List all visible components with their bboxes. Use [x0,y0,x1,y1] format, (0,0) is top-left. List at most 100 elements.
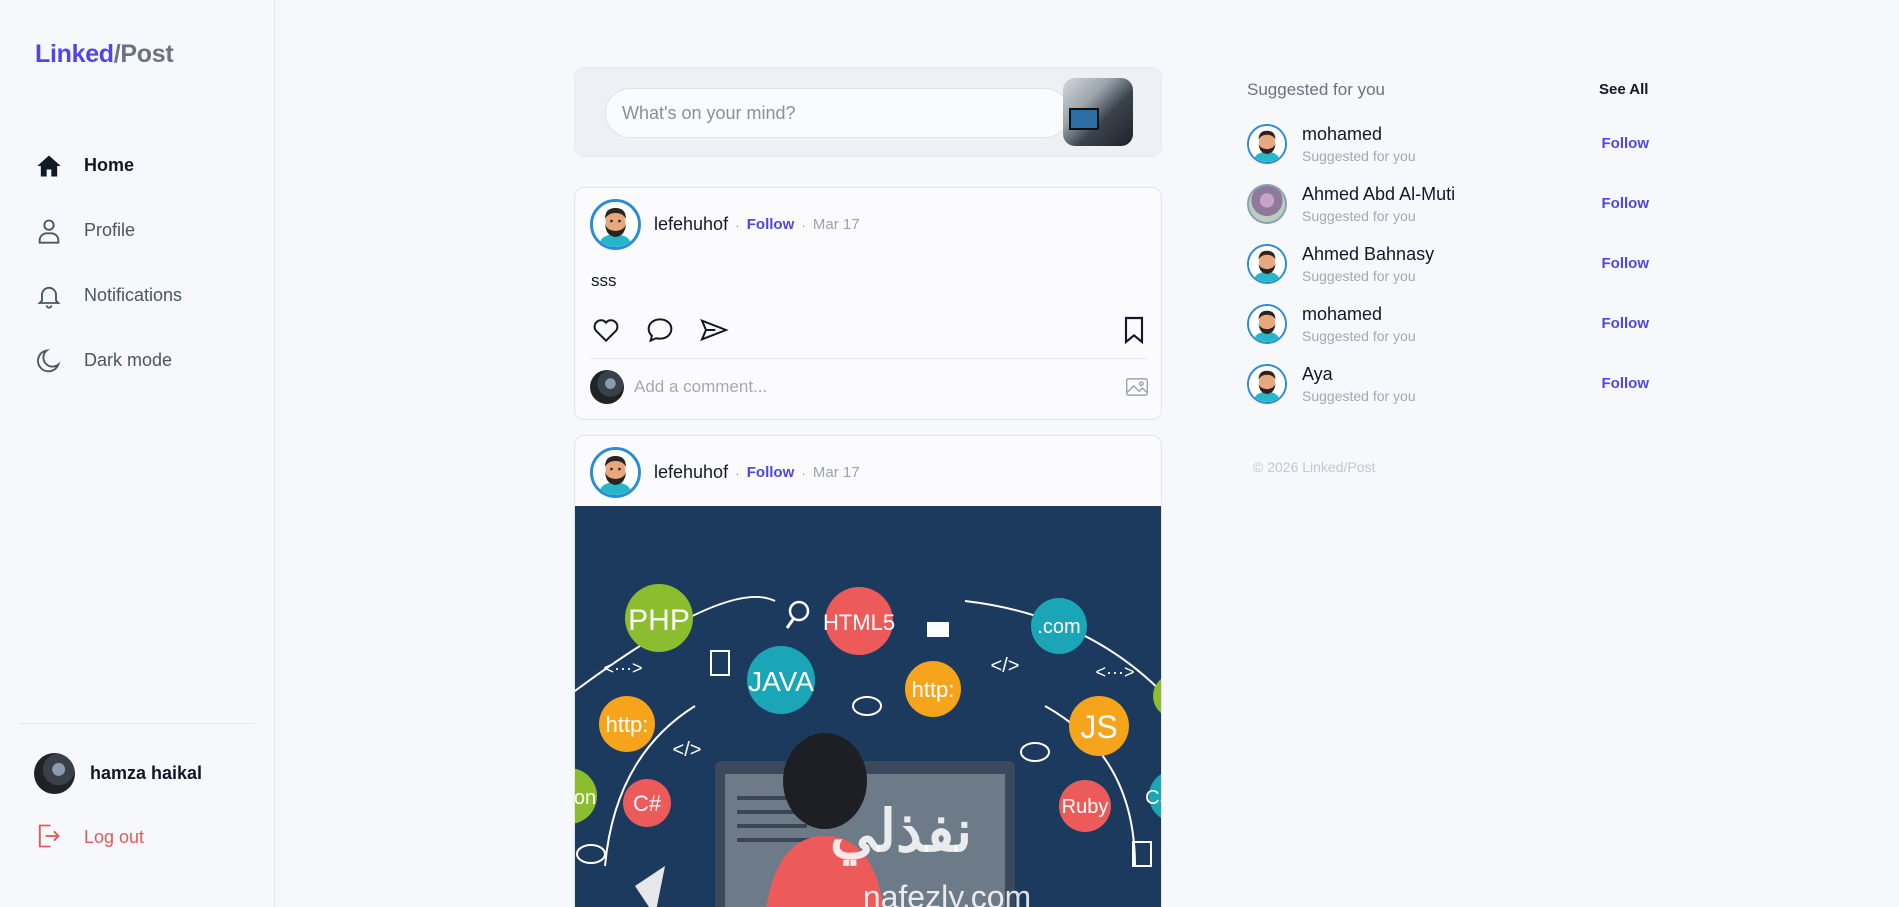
watermark-arabic: نفذلي [830,799,972,866]
bubble-label: CS [1145,787,1162,809]
brand-logo[interactable]: Linked/Post [35,40,174,69]
like-icon[interactable] [590,314,622,346]
follow-button[interactable]: Follow [1602,255,1650,272]
suggestion-item: mohamed Suggested for you Follow [1247,122,1649,182]
suggestion-subtitle: Suggested for you [1302,148,1416,164]
follow-button[interactable]: Follow [747,216,795,233]
suggestion-avatar[interactable] [1247,244,1287,284]
follow-button[interactable]: Follow [747,464,795,481]
copyright: © 2026 Linked/Post [1253,459,1376,475]
logout-icon [34,822,64,852]
suggestions-title: Suggested for you [1247,80,1385,99]
home-icon [34,151,64,181]
post-date: Mar 17 [812,216,860,233]
follow-button[interactable]: Follow [1602,195,1650,212]
nav-item-profile-label: Profile [84,220,136,240]
comment-row [590,369,1150,405]
logout-button[interactable]: Log out [34,822,144,852]
suggestion-name[interactable]: mohamed [1302,304,1382,325]
nav-item-home-label: Home [84,155,135,175]
bubble-label: http: [606,712,649,737]
bubble-label: JAVA [748,666,814,697]
bubble-label: http: [912,677,955,702]
suggestion-avatar[interactable] [1247,124,1287,164]
folder-icon [927,622,949,637]
moon-icon [34,346,64,376]
follow-button[interactable]: Follow [1602,315,1650,332]
nav-item-profile[interactable]: Profile [34,198,182,263]
suggestion-name[interactable]: Ahmed Bahnasy [1302,244,1434,265]
bookmark-icon[interactable] [1118,314,1150,346]
code-symbol: <···> [603,658,642,678]
post-actions [590,314,1150,348]
brand-logo-part1: Linked [35,40,114,68]
post-header: lefehuhof · Follow · Mar 17 [590,199,860,250]
sidebar: Linked/Post Home Profile Notifications D… [0,0,275,907]
code-symbol: <···> [1095,662,1134,682]
post-header: lefehuhof · Follow · Mar 17 [590,447,860,498]
suggestions-list: mohamed Suggested for you Follow Ahmed A… [1247,122,1649,422]
follow-button[interactable]: Follow [1602,375,1650,392]
separator-dot: · [801,216,806,233]
suggestion-subtitle: Suggested for you [1302,208,1416,224]
author-name[interactable]: lefehuhof [654,462,728,483]
separator-dot: · [801,464,806,481]
image-upload-icon[interactable] [1124,374,1150,400]
post-image[interactable]: PHP HTML5 JAVA http: .com http: JS C# Ru… [575,506,1162,907]
share-icon[interactable] [698,314,730,346]
nav-item-dark-mode-label: Dark mode [84,350,173,370]
bubble-label: HTML5 [823,610,895,635]
suggestion-avatar[interactable] [1247,304,1287,344]
bell-icon [34,281,64,311]
author-name[interactable]: lefehuhof [654,214,728,235]
watermark-latin: nafezly.com [863,879,1031,907]
suggestion-name[interactable]: mohamed [1302,124,1382,145]
composer-input[interactable] [605,88,1070,138]
suggestion-name[interactable]: Aya [1302,364,1333,385]
user-icon [34,216,64,246]
bubble-label: C# [633,791,662,816]
see-all-link[interactable]: See All [1599,81,1648,98]
nav-item-notifications[interactable]: Notifications [34,263,182,328]
comment-icon[interactable] [644,314,676,346]
follow-button[interactable]: Follow [1602,135,1650,152]
current-user-name: hamza haikal [90,763,203,783]
suggestion-item: Ahmed Abd Al-Muti Suggested for you Foll… [1247,182,1649,242]
composer-avatar[interactable] [1063,78,1133,146]
suggestion-item: Ahmed Bahnasy Suggested for you Follow [1247,242,1649,302]
post-card: lefehuhof · Follow · Mar 17 PHP HTML5 JA… [574,435,1162,907]
suggestion-item: Aya Suggested for you Follow [1247,362,1649,422]
comment-input[interactable] [634,377,1104,397]
bubble-label: JS [1080,709,1117,745]
separator-dot: · [735,216,740,233]
bubble-label: PHP [628,604,690,637]
suggestion-subtitle: Suggested for you [1302,328,1416,344]
post-composer [574,67,1162,157]
suggestion-avatar[interactable] [1247,184,1287,224]
bubble-label: on [575,787,596,809]
suggestion-name[interactable]: Ahmed Abd Al-Muti [1302,184,1455,205]
nav-item-notifications-label: Notifications [84,285,183,305]
bubble-label: Ruby [1062,796,1109,818]
sidebar-divider [19,723,254,724]
suggestion-item: mohamed Suggested for you Follow [1247,302,1649,362]
code-symbol: </> [673,739,702,761]
post-text: sss [591,271,617,290]
post-date: Mar 17 [812,464,860,481]
current-user[interactable]: hamza haikal [34,753,202,794]
suggestion-avatar[interactable] [1247,364,1287,404]
author-avatar[interactable] [590,447,641,498]
suggestion-subtitle: Suggested for you [1302,388,1416,404]
nav-item-dark-mode[interactable]: Dark mode [34,328,182,393]
separator-dot: · [735,464,740,481]
nav-item-home[interactable]: Home [34,133,182,198]
commenter-avatar [590,370,624,404]
suggestion-subtitle: Suggested for you [1302,268,1416,284]
logout-label: Log out [84,826,145,847]
avatar [34,753,75,794]
code-symbol: </> [991,655,1020,677]
brand-logo-part2: /Post [113,40,174,68]
bubble-label: .com [1037,616,1080,638]
divider [590,358,1147,359]
author-avatar[interactable] [590,199,641,250]
